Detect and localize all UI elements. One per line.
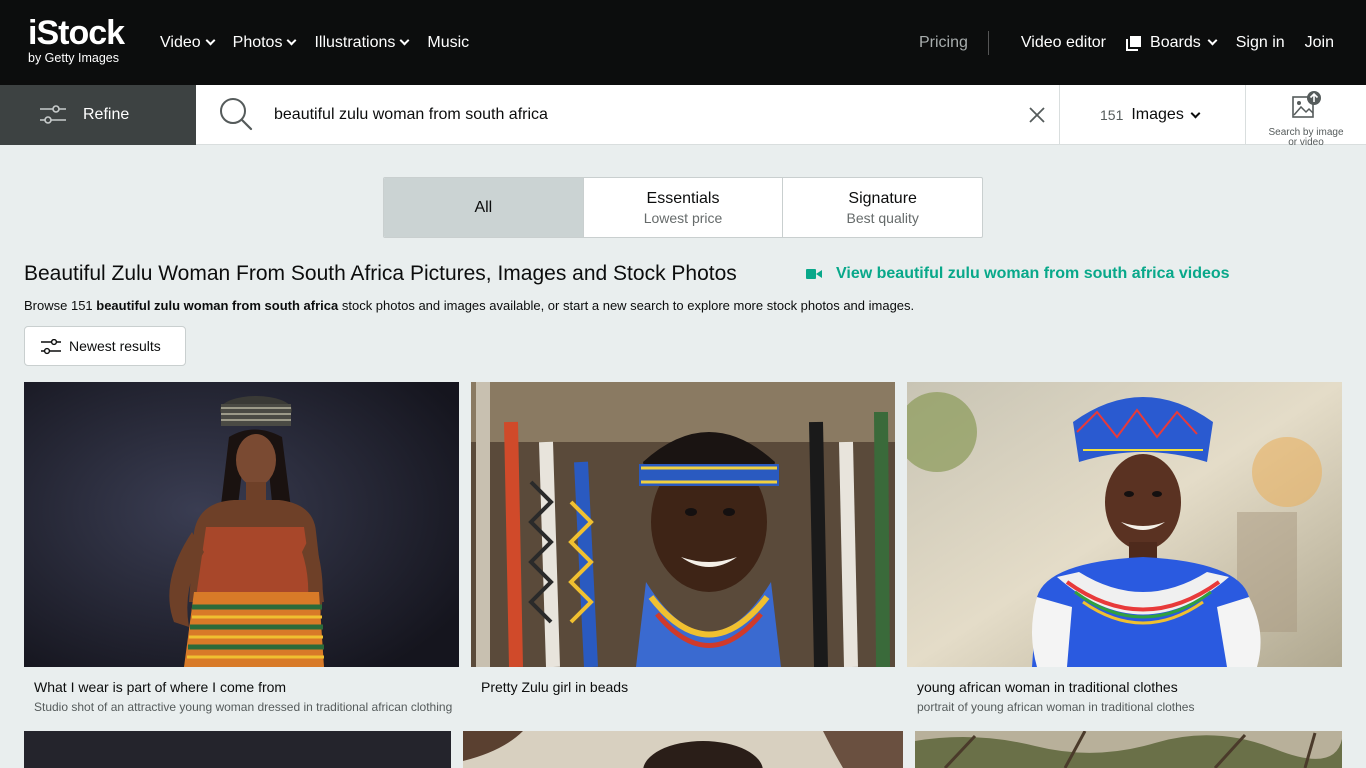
tab-essentials-label: Essentials (646, 189, 720, 207)
stock-photo[interactable] (24, 382, 459, 667)
result-count: 151 (1100, 107, 1124, 123)
image-description: Studio shot of an attractive young woman… (34, 700, 453, 714)
chevron-down-icon (287, 35, 297, 46)
chevron-down-icon (399, 35, 410, 46)
nav-photos-label: Photos (232, 33, 283, 51)
video-camera-icon (806, 269, 822, 279)
image-title[interactable]: young african woman in traditional cloth… (917, 679, 1337, 695)
sort-button[interactable]: Newest results (24, 326, 186, 366)
view-videos-link[interactable]: View beautiful zulu woman from south afr… (806, 265, 1230, 283)
chevron-down-icon (1190, 108, 1201, 118)
search-bar: Refine 151 Images Search by image or vid… (0, 85, 1366, 148)
image-description: portrait of young african woman in tradi… (917, 700, 1195, 714)
search-icon[interactable] (218, 96, 254, 132)
stock-photo[interactable] (24, 731, 451, 768)
filter-sliders-icon (41, 339, 61, 355)
join-label: Join (1304, 33, 1334, 51)
sort-label: Newest results (69, 338, 161, 354)
nav-music-label: Music (427, 33, 470, 51)
image-card[interactable]: What I wear is part of where I come from… (24, 382, 459, 722)
search-by-image-label: Search by image or video (1268, 127, 1344, 148)
chevron-down-icon (1207, 35, 1218, 46)
nav-illustrations-label: Illustrations (314, 33, 396, 51)
search-divider (1059, 85, 1060, 145)
sign-in-label: Sign in (1235, 33, 1285, 51)
tab-essentials[interactable]: Essentials Lowest price (584, 178, 784, 237)
boards-label: Boards (1150, 33, 1201, 51)
image-card[interactable]: young african woman in traditional cloth… (907, 382, 1342, 722)
logo-wordmark: iStock (28, 14, 125, 52)
results-description: Browse 151 beautiful zulu woman from sou… (24, 298, 915, 313)
filter-sliders-icon (40, 105, 66, 124)
media-type-select[interactable]: 151 Images (1100, 106, 1201, 124)
top-navigation-bar: iStock by Getty Images Video Photos Illu… (0, 0, 1366, 85)
refine-label: Refine (83, 106, 130, 123)
boards-menu[interactable]: Boards (1126, 33, 1218, 52)
tab-essentials-sub: Lowest price (643, 209, 723, 226)
join-link[interactable]: Join (1305, 34, 1334, 52)
sign-in-link[interactable]: Sign in (1236, 34, 1285, 52)
istock-logo[interactable]: iStock by Getty Images (28, 16, 140, 68)
photo-girl-in-beads (471, 382, 895, 667)
photo-woman-traditional-clothes (907, 382, 1342, 667)
image-card[interactable]: Pretty Zulu girl in beads (471, 382, 895, 722)
account-nav: Pricing Video editor Boards Sign in Join (919, 0, 1334, 85)
logo-tagline: by Getty Images (28, 51, 120, 65)
nav-photos[interactable]: Photos (232, 33, 297, 52)
tab-signature-sub: Best quality (846, 209, 919, 226)
photo-trees (915, 731, 1342, 768)
search-by-image-button[interactable]: Search by image or video (1258, 91, 1354, 148)
video-editor-label: Video editor (1020, 33, 1107, 51)
nav-video-label: Video (160, 33, 201, 51)
close-icon[interactable] (1027, 105, 1047, 125)
photo-woman-studio (24, 382, 459, 667)
stock-photo[interactable] (915, 731, 1342, 768)
boards-icon (1126, 35, 1142, 51)
pricing-link[interactable]: Pricing (919, 30, 989, 55)
view-videos-label: View beautiful zulu woman from south afr… (836, 265, 1230, 282)
video-editor-link[interactable]: Video editor (1021, 34, 1106, 52)
tab-all-label: All (474, 198, 493, 216)
image-title[interactable]: Pretty Zulu girl in beads (481, 679, 891, 695)
search-input[interactable] (266, 99, 1006, 131)
stock-photo[interactable] (907, 382, 1342, 667)
refine-button[interactable]: Refine (0, 85, 196, 145)
image-title[interactable]: What I wear is part of where I come from (34, 679, 454, 695)
nav-illustrations[interactable]: Illustrations (314, 33, 410, 52)
nav-music[interactable]: Music (427, 34, 469, 52)
tab-signature[interactable]: Signature Best quality (783, 178, 982, 237)
photo-outdoor-portrait (463, 731, 903, 768)
collection-tabs: All Essentials Lowest price Signature Be… (383, 177, 983, 238)
chevron-down-icon (205, 35, 216, 46)
nav-video[interactable]: Video (160, 33, 216, 52)
media-type-label: Images (1131, 106, 1184, 123)
image-upload-icon (1292, 91, 1321, 118)
photo-dark-studio (24, 731, 451, 768)
stock-photo[interactable] (471, 382, 895, 667)
search-divider (1245, 85, 1246, 145)
tab-signature-label: Signature (848, 189, 917, 207)
page-title: Beautiful Zulu Woman From South Africa P… (24, 262, 737, 285)
primary-nav: Video Photos Illustrations Music (160, 0, 469, 85)
tab-all[interactable]: All (384, 178, 584, 237)
stock-photo[interactable] (463, 731, 903, 768)
